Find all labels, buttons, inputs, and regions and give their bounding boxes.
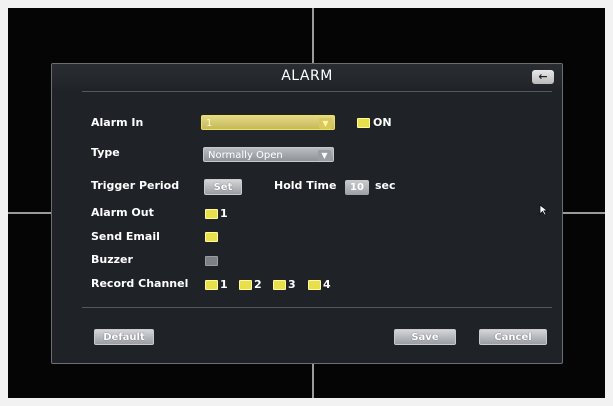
- record-channel-checkbox-4[interactable]: [308, 280, 321, 290]
- alarm-dialog: ALARM ← Alarm In 1 ▼ ON Type Normally Op…: [51, 63, 563, 364]
- cancel-button[interactable]: Cancel: [479, 329, 547, 345]
- trigger-period-label: Trigger Period: [91, 179, 180, 192]
- record-channel-checkbox-1[interactable]: [205, 280, 218, 290]
- record-channel-label: Record Channel: [91, 277, 189, 290]
- default-button[interactable]: Default: [94, 329, 154, 345]
- send-email-label: Send Email: [91, 230, 160, 243]
- record-channel-label-3: 3: [288, 278, 296, 291]
- record-channel-label-2: 2: [254, 278, 262, 291]
- alarm-on-label: ON: [373, 116, 392, 129]
- alarm-in-label: Alarm In: [91, 116, 144, 129]
- footer-divider: [82, 307, 552, 308]
- type-select[interactable]: Normally Open ▼: [203, 147, 334, 162]
- record-channel-label-4: 4: [323, 278, 331, 291]
- record-channel-checkbox-2[interactable]: [239, 280, 252, 290]
- alarm-in-select[interactable]: 1 ▼: [201, 115, 335, 130]
- chevron-down-icon: ▼: [319, 118, 332, 129]
- record-channel-label-1: 1: [220, 278, 228, 291]
- buzzer-checkbox[interactable]: [205, 256, 218, 266]
- back-button[interactable]: ←: [532, 70, 554, 84]
- chevron-down-icon: ▼: [318, 150, 331, 161]
- alarm-out-channel-label: 1: [220, 207, 228, 220]
- arrow-left-icon: ←: [538, 70, 548, 83]
- dialog-title: ALARM: [281, 68, 333, 84]
- type-value: Normally Open: [208, 150, 283, 161]
- alarm-out-checkbox-1[interactable]: [205, 209, 218, 219]
- save-button[interactable]: Save: [394, 329, 456, 345]
- record-channel-checkbox-3[interactable]: [273, 280, 286, 290]
- send-email-checkbox[interactable]: [205, 232, 218, 242]
- dialog-titlebar: ALARM ←: [52, 64, 562, 90]
- alarm-on-checkbox[interactable]: [357, 118, 370, 128]
- hold-time-input[interactable]: 10: [345, 180, 369, 195]
- trigger-set-button[interactable]: Set: [204, 179, 242, 195]
- hold-time-unit: sec: [375, 179, 396, 192]
- alarm-out-label: Alarm Out: [91, 206, 154, 219]
- type-label: Type: [91, 146, 120, 159]
- buzzer-label: Buzzer: [91, 253, 133, 266]
- title-divider: [82, 91, 552, 92]
- hold-time-label: Hold Time: [274, 179, 337, 192]
- monitor-screen: ALARM ← Alarm In 1 ▼ ON Type Normally Op…: [8, 8, 605, 398]
- alarm-in-value: 1: [206, 118, 213, 129]
